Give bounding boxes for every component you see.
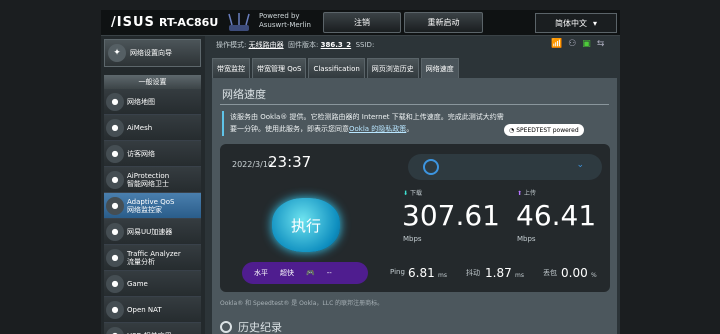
sidebar-item-9[interactable]: ●USB 相关应用 <box>104 323 201 334</box>
server-select[interactable]: ⌄ <box>408 154 602 180</box>
tab-3[interactable]: 网页浏览历史 <box>366 58 419 78</box>
ping-value: 6.81 <box>408 266 435 280</box>
loss-unit: % <box>591 272 597 279</box>
tab-1[interactable]: 带宽管理 QoS <box>252 58 307 78</box>
app-icon[interactable]: ▣ <box>582 39 591 49</box>
download-arrow-icon: ⬇ <box>403 190 409 197</box>
upload-arrow-icon: ⬆ <box>517 190 523 197</box>
sidebar-item-label: 网易UU加速器 <box>127 227 173 236</box>
ping-unit: ms <box>438 272 447 279</box>
level-bar: 水平 超快 🎮 -- <box>242 262 368 284</box>
sidebar-item-4[interactable]: ● Adaptive QoS 网络监控家 <box>104 193 201 219</box>
sidebar-item-label: 网络地图 <box>127 97 155 106</box>
network-map-icon: ● <box>106 92 124 111</box>
upload-unit: Mbps <box>517 235 536 243</box>
wizard-icon: ✦ <box>108 44 126 62</box>
history-header[interactable]: 历史纪录 <box>220 319 610 334</box>
top-bar: /ISUS RT-AC86U Powered by Asuswrt-Merlin… <box>101 10 620 36</box>
aimesh-icon: ● <box>106 118 124 137</box>
speedtest-panel: 网络速度 该服务由 Ookla® 提供。它检测路由器的 Internet 下载和… <box>212 78 617 334</box>
upload-label: ⬆ 上传 <box>517 190 536 197</box>
sidebar-item-label: Traffic Analyzer 流量分析 <box>127 249 181 266</box>
trademark-note: Ookla® 和 Speedtest® 是 Ookla，LLC 的联邦注册商标。 <box>220 300 384 307</box>
ping-label: Ping <box>390 268 405 276</box>
asus-logo: /ISUS <box>111 15 155 30</box>
sidebar-menu: ● 网络地图 ● AiMesh ● 访客网络 ● AiProtection 智能网络卫士 ● Ad… <box>104 89 201 334</box>
router-icon <box>228 13 250 31</box>
firmware-link[interactable]: 386.3_2 <box>321 41 352 49</box>
gamepad-icon: ● <box>106 274 124 293</box>
logout-button[interactable]: 注销 <box>323 12 401 33</box>
go-button[interactable]: 执行 <box>272 198 340 252</box>
sidebar-item-1[interactable]: ● AiMesh <box>104 115 201 141</box>
sidebar-item-8[interactable]: ● Open NAT <box>104 297 201 323</box>
jitter-label: 抖动 <box>466 269 480 277</box>
merlin-badge: Powered by Asuswrt-Merlin <box>259 12 311 29</box>
sidebar-item-label: AiMesh <box>127 123 153 132</box>
download-label: ⬇ 下载 <box>403 190 422 197</box>
clock-icon <box>220 321 232 333</box>
uu-icon: ● <box>106 222 124 241</box>
tab-4[interactable]: 网络速度 <box>420 58 459 78</box>
sidebar-section-header: 一般设置 <box>104 75 201 89</box>
router-admin-window: /ISUS RT-AC86U Powered by Asuswrt-Merlin… <box>101 10 620 334</box>
open-nat-icon: ● <box>106 300 124 319</box>
result-card: 2022/3/10 23:37 ⌄ 执行 ⬇ 下载 ⬆ 上传 307.61 46… <box>220 144 610 292</box>
sidebar-item-6[interactable]: ● Traffic Analyzer 流量分析 <box>104 245 201 271</box>
sidebar-item-5[interactable]: ● 网易UU加速器 <box>104 219 201 245</box>
sidebar-item-label: 访客网络 <box>127 149 155 158</box>
language-select[interactable]: 简体中文 ▾ <box>535 13 617 33</box>
quick-setup-button[interactable]: ✦ 网络设置向导 <box>104 39 201 67</box>
user-icon[interactable]: ⚇ <box>568 39 576 49</box>
chevron-down-icon: ⌄ <box>576 160 584 170</box>
level-label: 水平 <box>254 269 268 277</box>
tab-0[interactable]: 带宽监控 <box>212 58 250 78</box>
chevron-down-icon: ▾ <box>592 18 597 28</box>
globe-icon <box>423 159 439 175</box>
speedtest-logo: ◔ SPEEDTEST powered <box>504 124 584 136</box>
status-icons: 📶 ⚇ ▣ ⇆ <box>551 39 604 49</box>
privacy-policy-link[interactable]: Ookla 的隐私政策 <box>349 125 406 133</box>
jitter-value: 1.87 <box>485 266 512 280</box>
divider <box>220 104 609 105</box>
level-value: 超快 <box>280 269 294 277</box>
jitter-unit: ms <box>515 272 524 279</box>
reboot-button[interactable]: 重新启动 <box>404 12 483 33</box>
sidebar: ✦ 网络设置向导 一般设置 ● 网络地图 ● AiMesh ● 访客网络 ● AiProtec… <box>101 36 205 334</box>
status-info: 操作模式: 无线路由器 固件版本: 386.3_2 SSID: <box>216 41 375 49</box>
model-name: RT-AC86U <box>159 16 219 29</box>
tab-2[interactable]: Classification <box>308 58 365 78</box>
sidebar-item-3[interactable]: ● AiProtection 智能网络卫士 <box>104 167 201 193</box>
sidebar-item-label: Adaptive QoS 网络监控家 <box>127 197 175 214</box>
sidebar-item-label: Open NAT <box>127 305 162 314</box>
wifi-icon[interactable]: 📶 <box>551 39 562 49</box>
gamepad-icon: 🎮 <box>306 269 315 277</box>
sidebar-item-label: AiProtection 智能网络卫士 <box>127 171 170 188</box>
test-time: 23:37 <box>268 153 312 171</box>
shield-icon: ● <box>106 170 124 189</box>
download-speed: 307.61 <box>402 199 500 232</box>
usb-icon: ● <box>106 326 124 334</box>
usb-status-icon[interactable]: ⇆ <box>597 39 605 49</box>
guest-network-icon: ● <box>106 144 124 163</box>
loss-value: 0.00 <box>561 266 588 280</box>
sidebar-item-7[interactable]: ● Game <box>104 271 201 297</box>
sidebar-item-label: Game <box>127 279 148 288</box>
sidebar-item-2[interactable]: ● 访客网络 <box>104 141 201 167</box>
upload-speed: 46.41 <box>516 199 597 232</box>
test-date: 2022/3/10 <box>232 160 274 169</box>
speedtest-gauge-icon: ◔ <box>509 126 515 134</box>
traffic-icon: ● <box>106 248 124 267</box>
loss-label: 丢包 <box>543 269 557 277</box>
sidebar-item-0[interactable]: ● 网络地图 <box>104 89 201 115</box>
page-title: 网络速度 <box>222 88 266 101</box>
download-unit: Mbps <box>403 235 422 243</box>
operation-mode-link[interactable]: 无线路由器 <box>249 41 284 49</box>
tab-bar: 带宽监控 带宽管理 QoS Classification 网页浏览历史 网络速度 <box>212 58 459 78</box>
qos-icon: ● <box>106 196 124 215</box>
